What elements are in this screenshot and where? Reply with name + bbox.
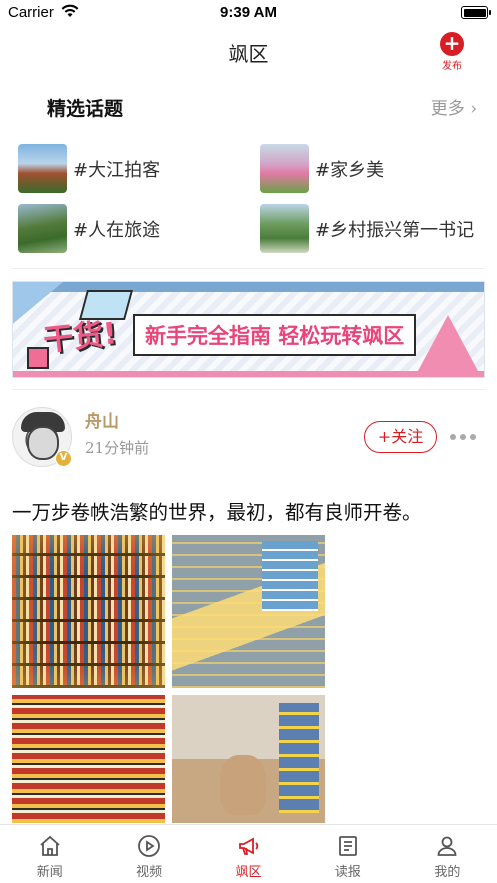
topic-label: #乡村振兴第一书记	[315, 220, 475, 241]
more-topics-link[interactable]: 更多 ›	[431, 94, 477, 119]
triangle-decoration	[418, 315, 478, 371]
post-photo[interactable]	[12, 535, 165, 688]
page-title: 飒区	[228, 42, 269, 66]
promo-banner[interactable]: 干货! 新手完全指南 轻松玩转飒区	[12, 281, 485, 378]
user-icon	[437, 836, 457, 856]
home-icon	[40, 835, 60, 856]
topics-title: 精选话题	[47, 98, 124, 120]
publish-button[interactable]: + 发布	[437, 32, 467, 72]
nav-bar: 飒区 + 发布	[0, 26, 497, 76]
topic-label: #大江拍客	[73, 160, 161, 181]
topic-label: #家乡美	[315, 160, 385, 181]
tab-label: 读报	[334, 865, 361, 880]
megaphone-icon	[238, 837, 258, 855]
newspaper-icon	[339, 836, 357, 856]
tab-label: 飒区	[235, 865, 262, 880]
topic-item-jiaxiang[interactable]: #家乡美	[260, 144, 480, 194]
plus-circle-icon: +	[440, 32, 464, 56]
status-time: 9:39 AM	[220, 4, 277, 21]
tab-video[interactable]: 视频	[99, 825, 198, 883]
topic-thumbnail	[18, 144, 67, 193]
banner-badge: 干货!	[41, 316, 119, 359]
tab-label: 新闻	[36, 865, 63, 880]
tab-label: 我的	[434, 865, 461, 880]
tab-newspaper[interactable]: 读报	[298, 825, 397, 883]
more-options-icon[interactable]	[450, 425, 486, 447]
publish-label: 发布	[442, 61, 462, 72]
tab-profile[interactable]: 我的	[398, 825, 497, 883]
topic-thumbnail	[18, 204, 67, 253]
topic-item-lvtu[interactable]: #人在旅途	[18, 204, 238, 254]
post-photo[interactable]	[172, 535, 325, 688]
divider	[12, 389, 485, 390]
tab-community[interactable]: 飒区	[199, 825, 298, 883]
tab-bar: 新闻 视频 飒区 读报 我的	[0, 824, 497, 883]
topic-thumbnail	[260, 144, 309, 193]
topic-item-xiangcun[interactable]: #乡村振兴第一书记	[260, 204, 485, 254]
tab-news[interactable]: 新闻	[0, 825, 99, 883]
battery-icon	[461, 6, 491, 19]
topic-item-dajiang[interactable]: #大江拍客	[18, 144, 238, 194]
post-text[interactable]: 一万步卷帙浩繁的世界，最初，都有良师开卷。	[12, 496, 487, 525]
topics-header: 精选话题 更多 ›	[0, 88, 497, 128]
play-circle-icon	[138, 835, 161, 857]
tab-label: 视频	[136, 865, 163, 880]
topic-thumbnail	[260, 204, 309, 253]
topic-label: #人在旅途	[73, 220, 161, 241]
post-photo[interactable]	[12, 695, 165, 823]
status-bar: Carrier 9:39 AM	[0, 0, 497, 26]
divider	[12, 268, 485, 269]
banner-headline: 新手完全指南 轻松玩转飒区	[133, 314, 417, 356]
post-photo[interactable]	[172, 695, 325, 823]
verified-badge-icon: V	[55, 450, 72, 467]
teddy-bear	[220, 755, 266, 815]
post-time: 21分钟前	[85, 439, 150, 457]
author-name[interactable]: 舟山	[85, 407, 119, 432]
follow-button[interactable]: +关注	[364, 421, 437, 453]
